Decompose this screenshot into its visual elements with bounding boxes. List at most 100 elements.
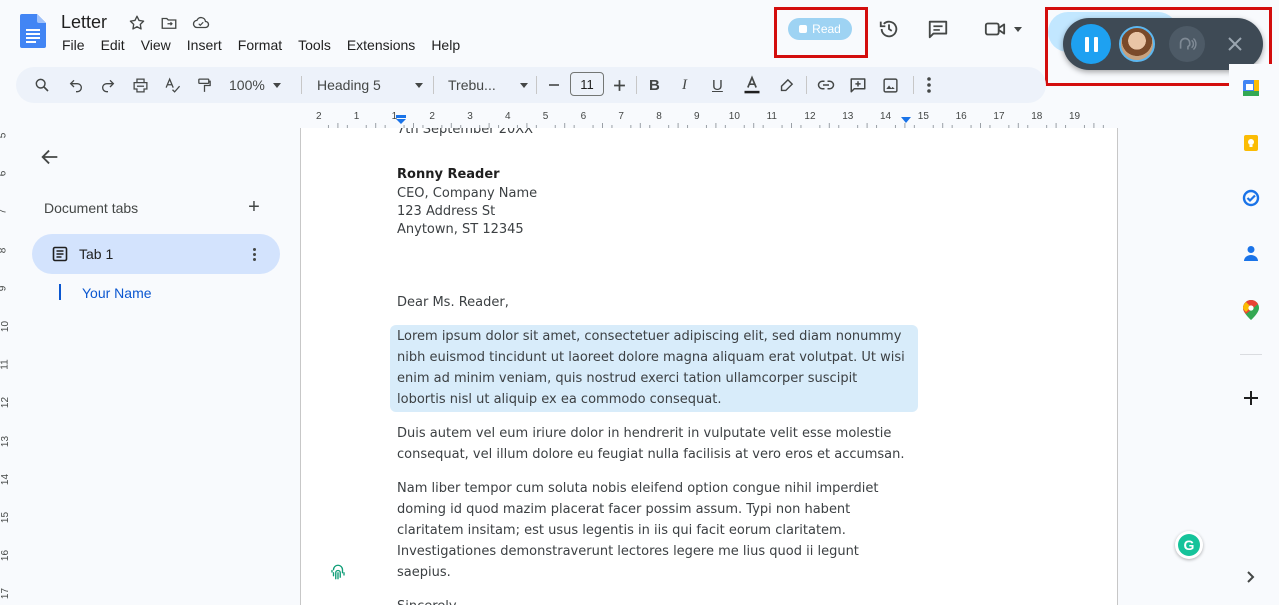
underline-icon[interactable]: U <box>712 67 723 103</box>
menu-edit[interactable]: Edit <box>101 37 125 53</box>
recipient-line[interactable]: CEO, Company Name <box>397 185 907 203</box>
document-tabs-heading: Document tabs <box>44 200 139 216</box>
redo-icon[interactable] <box>100 67 116 103</box>
decrease-font-icon[interactable] <box>548 67 560 103</box>
divider <box>536 76 537 94</box>
tab-options-icon[interactable] <box>244 244 264 264</box>
paint-format-icon[interactable] <box>196 67 213 103</box>
ruler-number: 17 <box>993 111 1005 122</box>
keep-icon[interactable] <box>1241 133 1261 153</box>
cloud-saved-icon[interactable] <box>191 13 211 33</box>
bold-icon[interactable]: B <box>649 67 660 103</box>
comments-icon[interactable] <box>925 16 951 42</box>
ruler-number: 6 <box>580 111 587 122</box>
increase-font-icon[interactable] <box>613 67 626 103</box>
docs-logo-icon[interactable] <box>20 14 46 48</box>
highlight-icon[interactable] <box>778 67 795 103</box>
undo-icon[interactable] <box>68 67 84 103</box>
collapse-icon[interactable] <box>1241 567 1261 587</box>
tasks-icon[interactable] <box>1241 188 1261 208</box>
ruler-number: 5 <box>542 111 549 122</box>
divider <box>636 76 637 94</box>
version-history-icon[interactable] <box>876 16 902 42</box>
calendar-icon[interactable] <box>1241 78 1261 98</box>
divider <box>913 76 914 94</box>
document-page[interactable]: 7th September 20XX Ronny Reader CEO, Com… <box>300 128 1118 605</box>
contacts-icon[interactable] <box>1241 243 1261 263</box>
ruler-number: 5 <box>0 133 8 139</box>
ruler-number: 16 <box>955 111 967 122</box>
add-icon[interactable] <box>1241 388 1261 408</box>
font-value: Trebu... <box>448 77 496 93</box>
chevron-down-icon <box>1014 26 1022 32</box>
add-tab-icon[interactable]: + <box>244 197 264 218</box>
ruler-number: 15 <box>917 111 929 122</box>
menu-format[interactable]: Format <box>238 37 282 53</box>
ruler-number: 12 <box>0 397 12 409</box>
side-panel <box>1229 64 1279 605</box>
menu-file[interactable]: File <box>62 37 85 53</box>
closing-line[interactable]: Sincerely, <box>397 596 907 605</box>
italic-icon[interactable]: I <box>682 67 687 103</box>
outline-indicator <box>59 284 61 300</box>
date-line[interactable]: 7th September 20XX <box>397 128 907 140</box>
ruler-number: 6 <box>0 171 8 177</box>
left-indent-marker[interactable] <box>395 115 407 125</box>
search-icon[interactable] <box>34 67 50 103</box>
recipient-line[interactable]: Anytown, ST 12345 <box>397 221 907 239</box>
ruler-number: 3 <box>467 111 473 122</box>
ruler-number: 9 <box>0 286 8 292</box>
zoom-select[interactable]: 100% <box>229 67 281 103</box>
vertical-ruler[interactable]: 5 6 7 8 9 10 11 12 13 14 15 16 17 <box>0 128 16 605</box>
chevron-down-icon <box>415 82 423 88</box>
style-select[interactable]: Heading 5 <box>317 67 423 103</box>
back-arrow-icon[interactable] <box>39 146 61 168</box>
ruler-number: 10 <box>0 320 12 333</box>
add-comment-icon[interactable] <box>849 67 867 103</box>
style-value: Heading 5 <box>317 77 381 93</box>
font-size-input[interactable]: 11 <box>570 72 604 96</box>
ruler-number: 10 <box>728 111 740 122</box>
recipient-name[interactable]: Ronny Reader <box>397 164 907 185</box>
menu-help[interactable]: Help <box>431 37 460 53</box>
chevron-down-icon <box>272 82 281 88</box>
paragraph-2[interactable]: Duis autem vel eum iriure dolor in hendr… <box>397 423 907 465</box>
menu-insert[interactable]: Insert <box>187 37 222 53</box>
insert-image-icon[interactable] <box>882 67 899 103</box>
spellcheck-icon[interactable] <box>164 67 181 103</box>
paragraph-3[interactable]: Nam liber tempor cum soluta nobis eleife… <box>397 478 907 583</box>
ruler-number: 12 <box>804 111 816 122</box>
meet-icon[interactable] <box>980 16 1026 42</box>
document-canvas: 7th September 20XX Ronny Reader CEO, Com… <box>300 128 1207 605</box>
maps-icon[interactable] <box>1241 300 1261 320</box>
star-icon[interactable] <box>127 13 147 33</box>
move-to-folder-icon[interactable] <box>159 13 179 33</box>
ruler-number: 8 <box>0 247 8 253</box>
divider <box>301 76 302 94</box>
print-icon[interactable] <box>132 67 149 103</box>
grammarly-icon[interactable]: G <box>1175 531 1203 559</box>
fingerprint-icon[interactable] <box>329 563 347 581</box>
zoom-value: 100% <box>229 77 265 93</box>
horizontal-ruler[interactable]: 2 1 1 2 3 4 5 6 7 8 9 10 11 12 13 14 15 16 17 18 19 <box>300 108 1118 128</box>
paragraph-1[interactable]: Lorem ipsum dolor sit amet, consectetuer… <box>397 326 907 410</box>
link-icon[interactable] <box>817 67 835 103</box>
document-title[interactable]: Letter <box>61 12 107 33</box>
menu-extensions[interactable]: Extensions <box>347 37 415 53</box>
more-icon[interactable] <box>926 67 932 103</box>
formatting-toolbar: 100% Heading 5 Trebu... 11 B I U <box>16 67 1046 103</box>
font-select[interactable]: Trebu... <box>448 67 528 103</box>
title-bar: Letter File Edit View Insert Format Tool… <box>0 0 1279 86</box>
right-indent-marker[interactable] <box>900 117 912 125</box>
side-panel-divider <box>1240 354 1262 355</box>
outline-item-your-name[interactable]: Your Name <box>82 285 152 301</box>
ruler-number: 11 <box>0 359 11 370</box>
ruler-number: 16 <box>0 550 12 562</box>
tab-1[interactable]: Tab 1 <box>32 234 280 274</box>
menu-view[interactable]: View <box>141 37 171 53</box>
salutation[interactable]: Dear Ms. Reader, <box>397 292 907 313</box>
recipient-line[interactable]: 123 Address St <box>397 203 907 221</box>
ruler-number: 2 <box>429 111 435 122</box>
text-color-icon[interactable] <box>742 67 762 103</box>
menu-tools[interactable]: Tools <box>298 37 331 53</box>
